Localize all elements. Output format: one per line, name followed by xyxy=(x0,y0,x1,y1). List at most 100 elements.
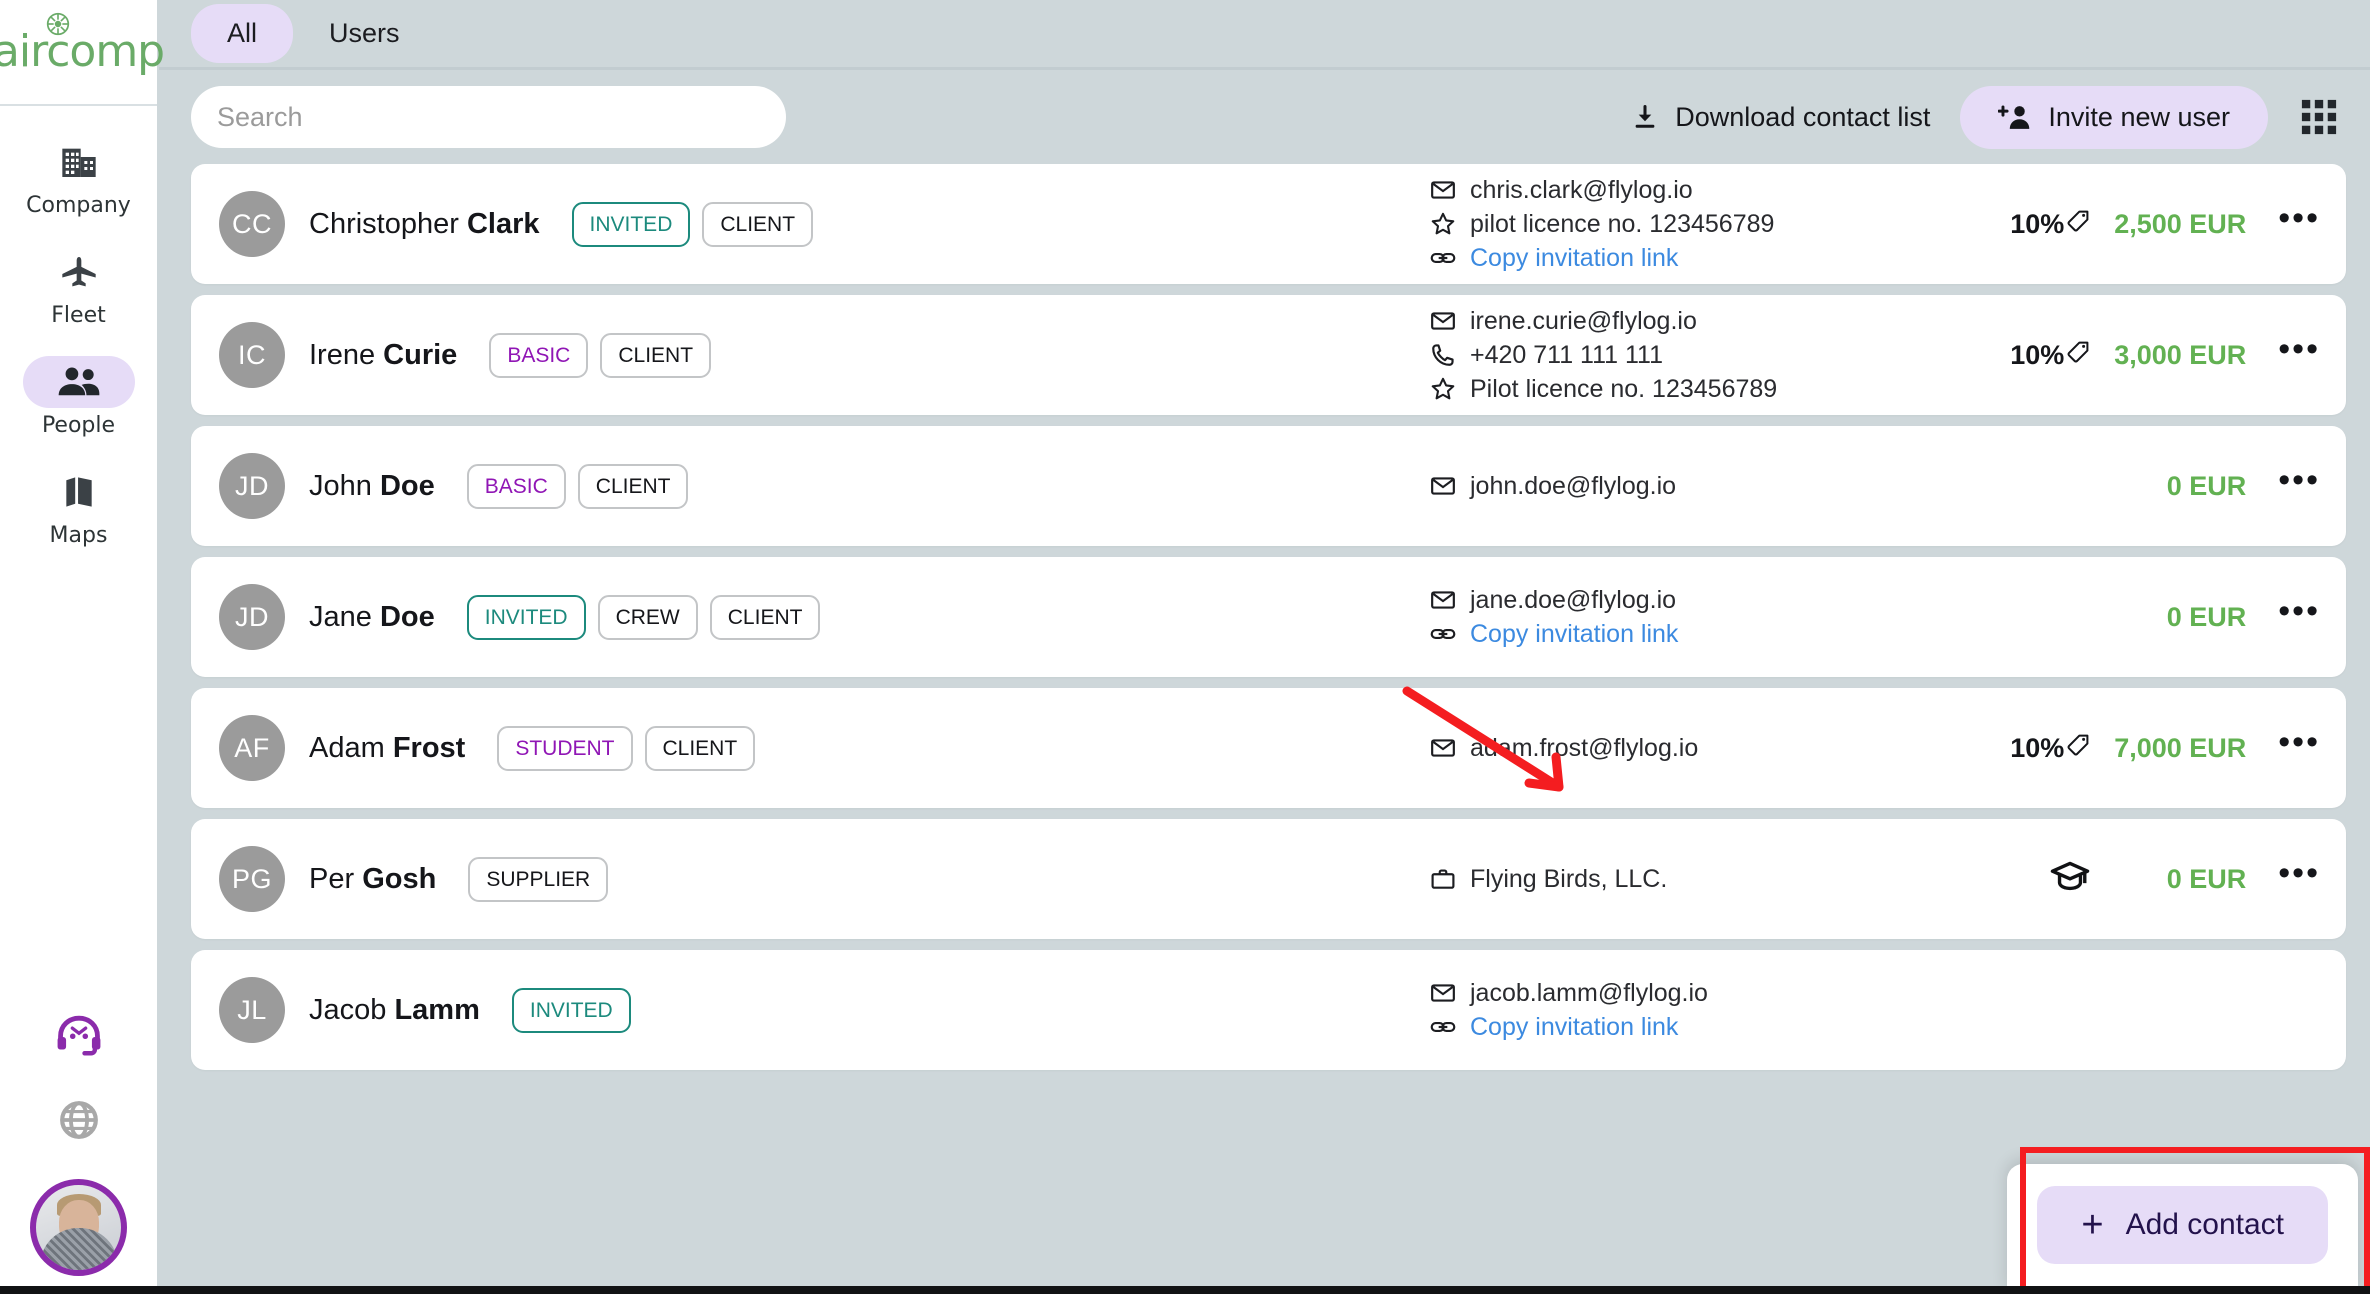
sidebar-item-label: Fleet xyxy=(51,303,106,328)
contact-detail-line: pilot licence no. 123456789 xyxy=(1430,210,1990,239)
contact-last-name: Frost xyxy=(392,731,466,764)
contact-name: Jacob Lamm xyxy=(309,994,480,1027)
status-badge[interactable]: BASIC xyxy=(466,463,566,509)
status-badge[interactable]: STUDENT xyxy=(497,725,633,771)
contact-name: Per Gosh xyxy=(309,863,436,896)
contact-detail-text: pilot licence no. 123456789 xyxy=(1470,209,1775,238)
status-badge[interactable]: BASIC xyxy=(489,332,589,378)
table-row[interactable]: JD Jane Doe INVITED CREW CLIENT jane.doe@flyl… xyxy=(191,557,2346,677)
table-row[interactable]: CC Christopher Clark INVITED CLIENT chris.cl… xyxy=(191,164,2346,284)
headset-support-icon[interactable] xyxy=(52,1013,106,1066)
window-bottom-edge xyxy=(0,1286,2370,1294)
table-row[interactable]: JL Jacob Lamm INVITED jacob.lamm@flylog.io C… xyxy=(191,950,2346,1070)
invite-new-user-button[interactable]: Invite new user xyxy=(1960,85,2268,149)
envelope-icon xyxy=(1430,473,1456,499)
more-options-icon[interactable]: ••• xyxy=(2260,463,2320,501)
sidebar-item-maps[interactable]: Maps xyxy=(0,466,157,548)
add-contact-label: Add contact xyxy=(2125,1208,2284,1241)
star-icon xyxy=(1430,211,1456,237)
search-input[interactable] xyxy=(191,86,786,148)
sidebar-item-label: People xyxy=(41,413,116,438)
contact-detail-text: chris.clark@flylog.io xyxy=(1470,175,1693,204)
avatar-initials: CC xyxy=(219,191,285,257)
contact-last-name: Curie xyxy=(383,338,458,371)
avatar[interactable] xyxy=(30,1179,127,1276)
contact-detail-line: irene.curie@flylog.io xyxy=(1430,307,1990,336)
contact-detail-line: john.doe@flylog.io xyxy=(1430,472,1990,501)
asterisk-flower-icon xyxy=(46,12,70,36)
status-badge[interactable]: CLIENT xyxy=(702,201,814,247)
contact-details: Flying Birds, LLC. xyxy=(1430,865,1990,894)
status-badge[interactable]: CREW xyxy=(597,594,698,640)
sidebar-bottom xyxy=(0,1013,157,1284)
table-row[interactable]: JD John Doe BASIC CLIENT john.doe@flylog.io 0… xyxy=(191,426,2346,546)
invite-new-user-label: Invite new user xyxy=(2048,101,2230,132)
table-row[interactable]: AF Adam Frost STUDENT CLIENT adam.frost@flyl… xyxy=(191,688,2346,808)
phone-icon xyxy=(1430,342,1456,368)
grid-apps-icon[interactable] xyxy=(2300,98,2338,136)
contact-name: Jane Doe xyxy=(309,601,435,634)
more-options-icon[interactable]: ••• xyxy=(2260,594,2320,632)
status-badge[interactable]: INVITED xyxy=(571,201,691,247)
table-row[interactable]: PG Per Gosh SUPPLIER Flying Birds, LLC. 0 EU… xyxy=(191,819,2346,939)
contact-list: CC Christopher Clark INVITED CLIENT chris.cl… xyxy=(159,164,2370,1294)
app-window: aircomp Company Fleet People Maps All Us… xyxy=(0,0,2370,1294)
status-badge[interactable]: INVITED xyxy=(511,987,631,1033)
avatar-initials: PG xyxy=(219,846,285,912)
amount-value: 0 EUR xyxy=(2166,470,2247,501)
download-contact-list-button[interactable]: Download contact list xyxy=(1631,102,1930,133)
row-right-section: 0 EUR ••• xyxy=(1990,856,2320,899)
contact-details: jane.doe@flylog.io Copy invitation link xyxy=(1430,586,1990,649)
more-options-icon[interactable]: ••• xyxy=(2260,856,2320,894)
contact-name: Adam Frost xyxy=(309,732,465,765)
contact-first-name: Adam xyxy=(309,731,385,764)
status-badge[interactable]: CLIENT xyxy=(644,725,756,771)
contact-detail-text: Flying Birds, LLC. xyxy=(1470,864,1668,893)
contact-last-name: Clark xyxy=(466,207,540,240)
contact-detail-text: Pilot licence no. 123456789 xyxy=(1470,374,1778,403)
copy-invitation-link[interactable]: Copy invitation link xyxy=(1430,620,1990,649)
discount-percent: 10% xyxy=(2010,732,2065,763)
copy-invitation-link[interactable]: Copy invitation link xyxy=(1430,1013,1990,1042)
contact-details: chris.clark@flylog.io pilot licence no. 1… xyxy=(1430,176,1990,273)
sidebar-item-fleet[interactable]: Fleet xyxy=(0,246,157,328)
contact-name: John Doe xyxy=(309,470,435,503)
contact-last-name: Doe xyxy=(379,600,435,633)
star-icon xyxy=(1430,376,1456,402)
brand-logo[interactable]: aircomp xyxy=(0,0,165,106)
envelope-icon xyxy=(1430,587,1456,613)
tab-users[interactable]: Users xyxy=(293,4,436,63)
download-contact-list-label: Download contact list xyxy=(1675,101,1931,132)
tab-all[interactable]: All xyxy=(191,4,294,63)
contact-first-name: Per xyxy=(309,862,355,895)
status-badge[interactable]: INVITED xyxy=(466,594,586,640)
contact-details: adam.frost@flylog.io xyxy=(1430,734,1990,763)
badge-group: INVITED CREW CLIENT xyxy=(466,594,821,640)
amount-value: 2,500 EUR xyxy=(2114,208,2247,239)
badge-group: BASIC CLIENT xyxy=(489,332,789,378)
row-right-section: 0 EUR ••• xyxy=(1990,594,2320,633)
sidebar-item-company[interactable]: Company xyxy=(0,136,157,218)
table-row[interactable]: IC Irene Curie BASIC CLIENT irene.curie@flyl… xyxy=(191,295,2346,415)
status-badge[interactable]: CLIENT xyxy=(709,594,821,640)
add-contact-button[interactable]: + Add contact xyxy=(2037,1186,2328,1264)
status-badge[interactable]: SUPPLIER xyxy=(468,856,609,902)
status-badge[interactable]: CLIENT xyxy=(600,332,712,378)
more-options-icon[interactable]: ••• xyxy=(2260,332,2320,370)
globe-language-icon[interactable] xyxy=(58,1099,100,1146)
more-options-icon[interactable]: ••• xyxy=(2260,725,2320,763)
plus-icon: + xyxy=(2081,1203,2104,1246)
brand-name: aircomp xyxy=(0,26,165,77)
sidebar-nav: Company Fleet People Maps xyxy=(0,106,157,576)
tag-icon xyxy=(2066,340,2090,371)
badge-group: INVITED xyxy=(511,987,812,1033)
more-options-icon[interactable]: ••• xyxy=(2260,201,2320,239)
sidebar-item-people[interactable]: People xyxy=(0,356,157,438)
copy-invitation-link[interactable]: Copy invitation link xyxy=(1430,244,1990,273)
status-badge[interactable]: CLIENT xyxy=(577,463,689,509)
amount-value: 0 EUR xyxy=(2166,601,2247,632)
contact-detail-line: jacob.lamm@flylog.io xyxy=(1430,979,1990,1008)
link-icon xyxy=(1430,621,1456,647)
envelope-icon xyxy=(1430,308,1456,334)
contact-details: irene.curie@flylog.io +420 711 111 111 Pil… xyxy=(1430,307,1990,404)
